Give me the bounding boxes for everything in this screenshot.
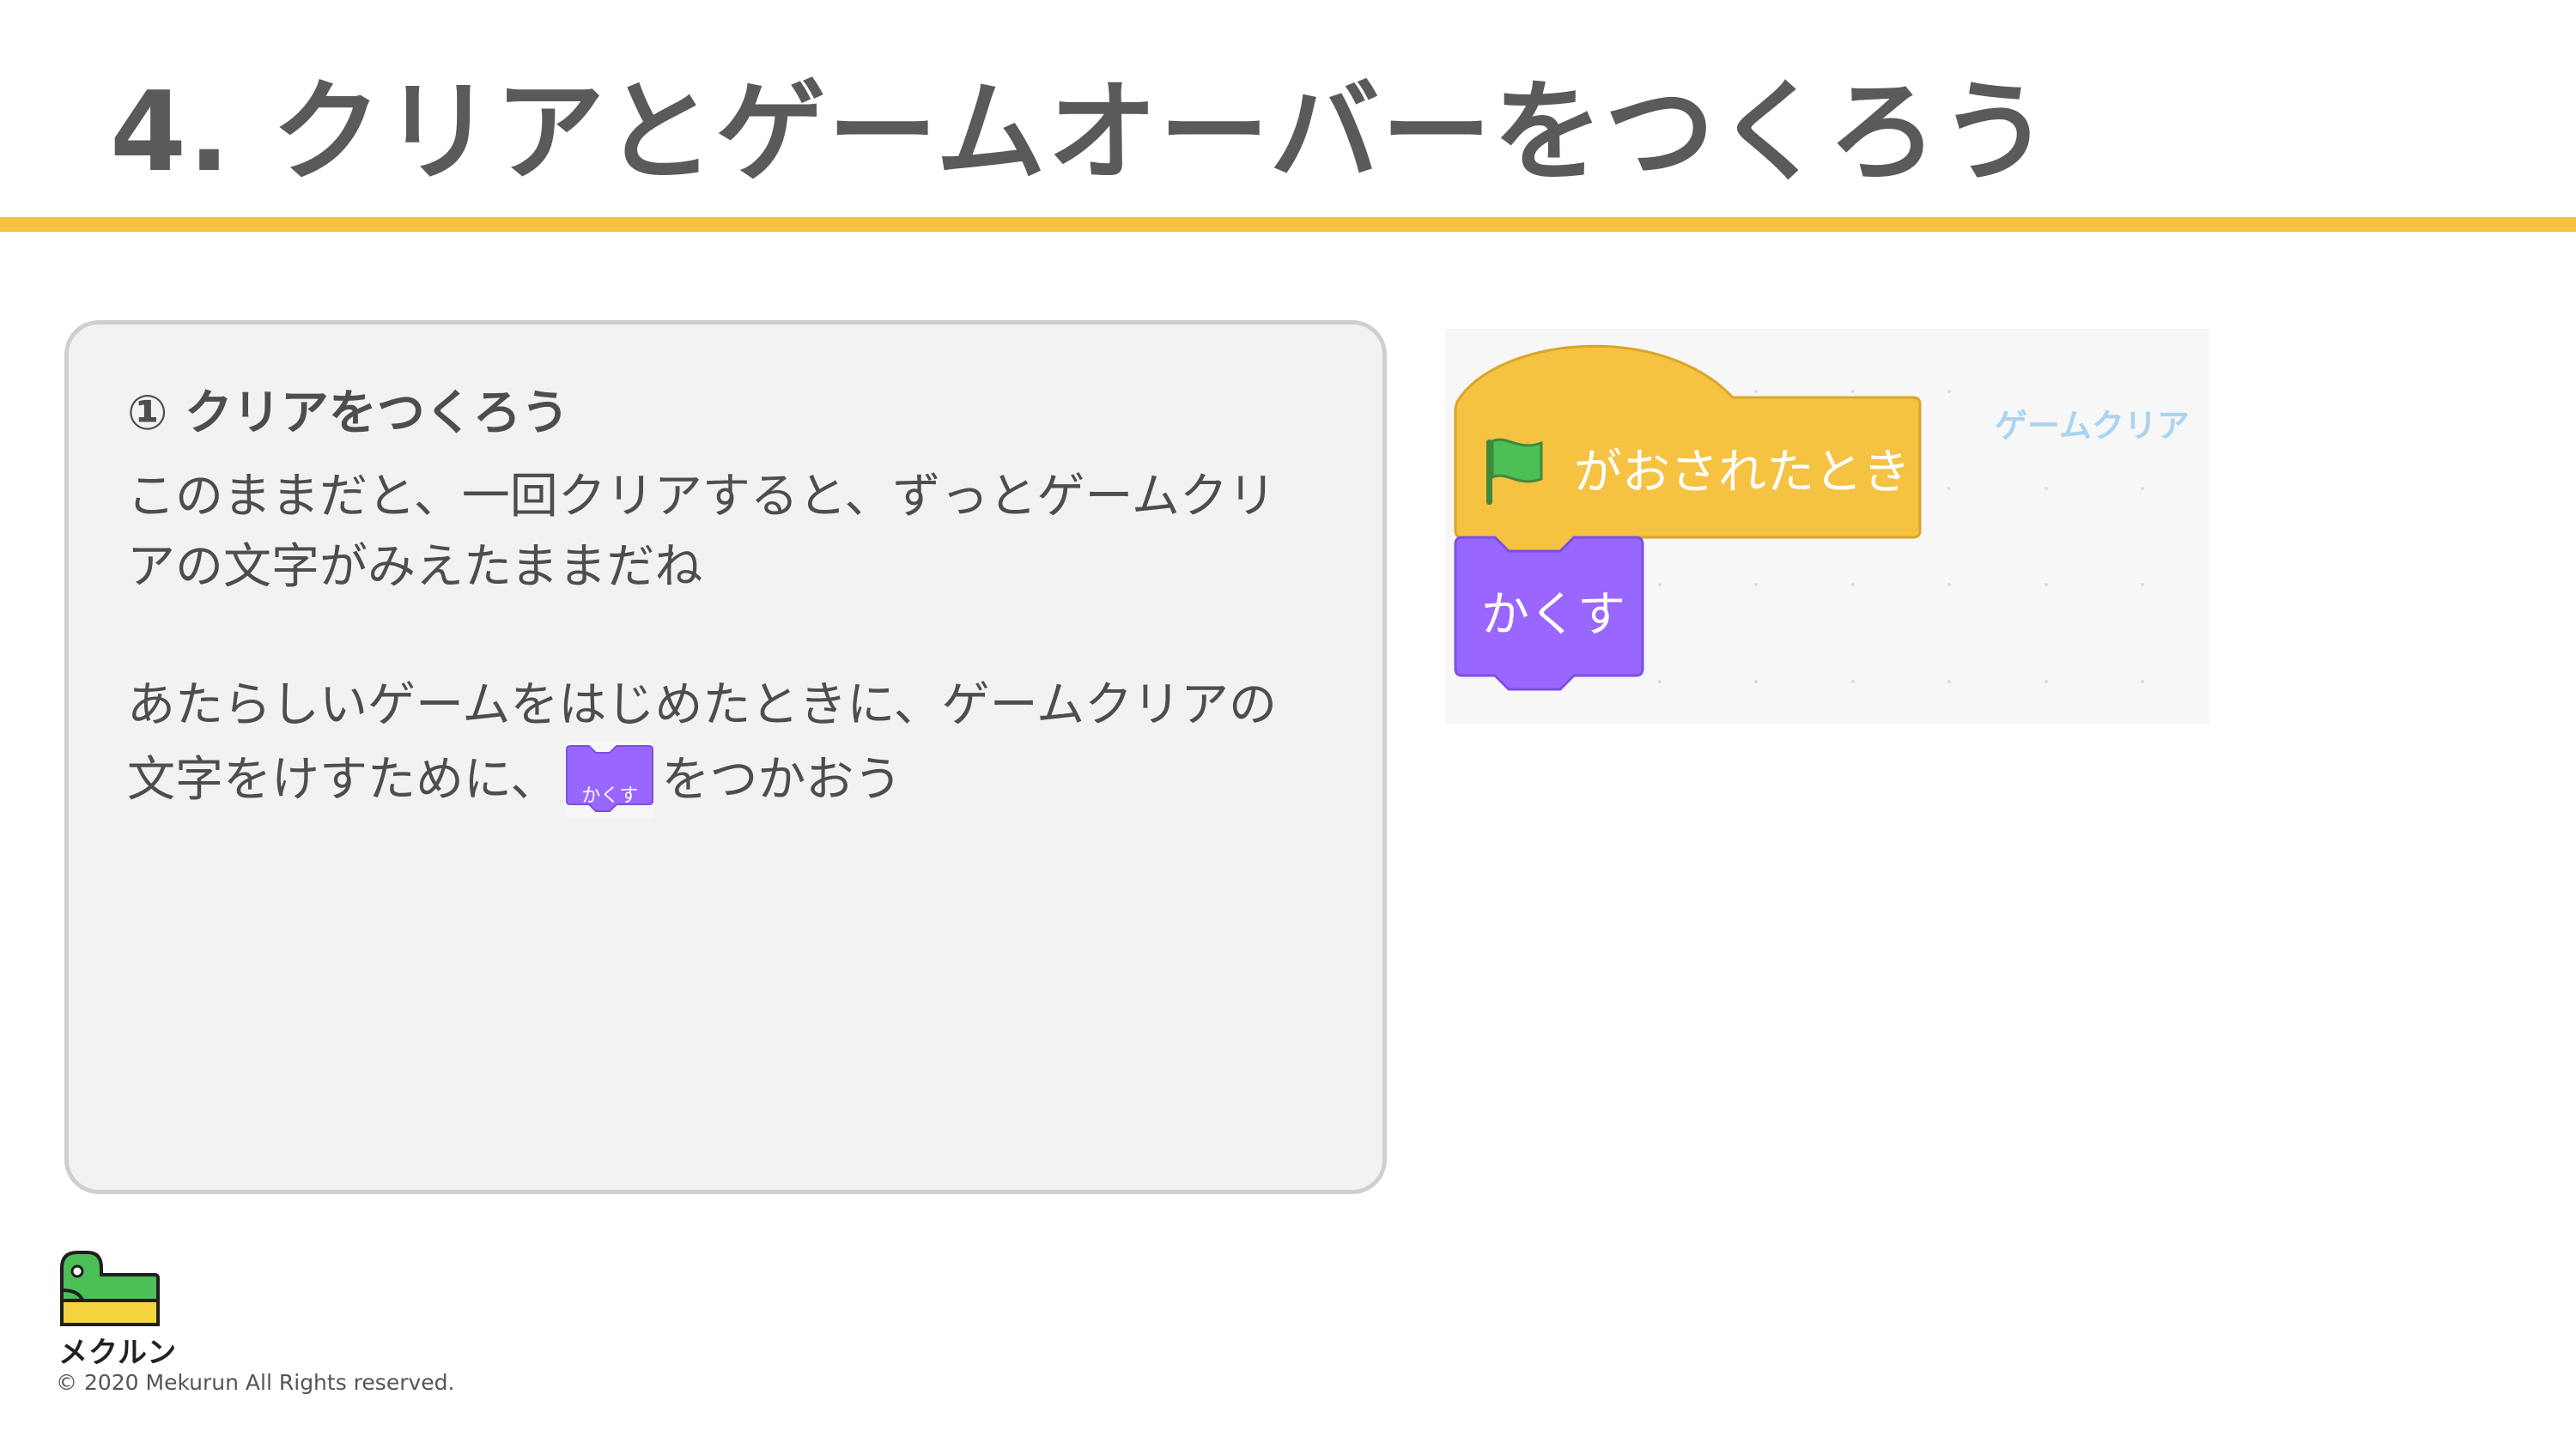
paragraph-2-line-2: 文字をけすために、 かくす をつかおう: [127, 741, 1277, 825]
paragraph-2-line-1: あたらしいゲームをはじめたときに、ゲームクリアの: [127, 677, 1277, 733]
inline-hide-block: かくす: [565, 741, 655, 818]
paragraph-1-line-1: このままだと、一回クリアすると、ずっとゲームクリ: [127, 469, 1276, 524]
sprite-label: ゲームクリア: [1995, 407, 2190, 445]
instruction-panel: ① クリアをつくろう このままだと、一回クリアすると、ずっとゲームクリ アの文字…: [64, 320, 1387, 1194]
panel-heading: ① クリアをつくろう: [127, 385, 569, 441]
mekurun-logo-icon: [60, 1251, 160, 1326]
scratch-code-area: がおされたとき かくす ゲームクリア: [1445, 329, 2209, 724]
paragraph-2-line-2-before: 文字をけすために、: [127, 752, 559, 809]
green-flag-icon: [1486, 438, 1543, 505]
paragraph-2-line-2-after: をつかおう: [661, 752, 902, 809]
paragraph-2: あたらしいゲームをはじめたときに、ゲームクリアの 文字をけすために、 かくす を…: [127, 670, 1277, 825]
title-underline: [0, 217, 2576, 232]
logo-text: メクルン: [58, 1336, 178, 1370]
paragraph-1-line-2: アの文字がみえたままだね: [127, 539, 703, 595]
hat-block-label: がおされたとき: [1574, 445, 1911, 500]
paragraph-1: このままだと、一回クリアすると、ずっとゲームクリ アの文字がみえたままだね: [127, 462, 1276, 603]
scratch-blocks-graphic: [1454, 344, 2144, 691]
copyright: © 2020 Mekurun All Rights reserved.: [56, 1370, 455, 1395]
inline-hide-block-label: かくす: [581, 785, 639, 807]
hide-block-label: かくす: [1481, 587, 1625, 643]
slide-title: 4. クリアとゲームオーバーをつくろう: [110, 69, 2051, 197]
